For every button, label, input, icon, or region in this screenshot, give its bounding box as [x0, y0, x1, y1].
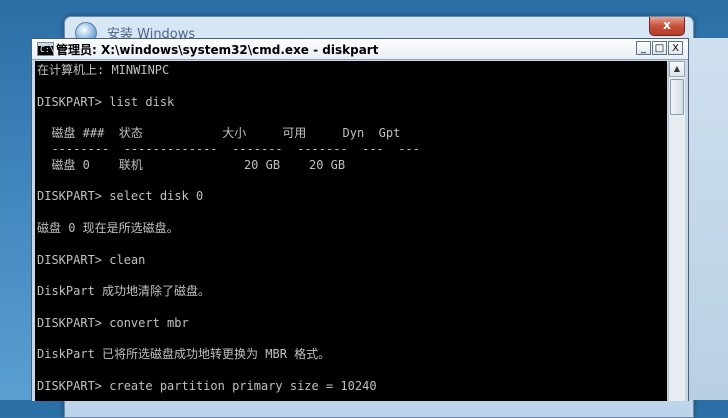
- console-line: DISKPART> select disk 0: [37, 189, 204, 204]
- scroll-thumb[interactable]: [670, 79, 684, 115]
- console-line: DISKPART> list disk: [37, 94, 175, 109]
- console-line: 磁盘 0 现在是所选磁盘。: [37, 221, 179, 235]
- minimize-button[interactable]: _: [636, 41, 651, 55]
- close-button[interactable]: X: [668, 41, 683, 55]
- console-line: DiskPart 成功地清除了磁盘。: [37, 284, 211, 299]
- console-line: DiskPart 已将所选磁盘成功地转更换为 MBR 格式。: [37, 347, 331, 362]
- scroll-up-arrow-icon[interactable]: ▲: [669, 61, 685, 77]
- setup-close-button[interactable]: x: [649, 17, 685, 36]
- console-line: DISKPART> clean: [37, 252, 146, 267]
- console-output[interactable]: 在计算机上: MINWINPC DISKPART> list disk 磁盘 #…: [35, 61, 667, 401]
- cmd-window: C:\ 管理员: X:\windows\system32\cmd.exe - d…: [31, 38, 689, 401]
- console-line: 在计算机上: MINWINPC: [37, 63, 170, 77]
- console-line: DISKPART> convert mbr: [37, 315, 189, 330]
- console-line: 磁盘 0 联机 20 GB 20 GB: [37, 157, 346, 172]
- cmd-icon: C:\: [37, 42, 54, 56]
- cmd-window-title: 管理员: X:\windows\system32\cmd.exe - diskp…: [56, 43, 379, 57]
- setup-window-edge: [688, 38, 728, 400]
- console-line: DISKPART> create partition primary size …: [37, 379, 377, 393]
- vertical-scrollbar[interactable]: ▲: [668, 61, 685, 401]
- maximize-button[interactable]: □: [652, 41, 667, 55]
- cmd-titlebar[interactable]: C:\ 管理员: X:\windows\system32\cmd.exe - d…: [32, 39, 688, 60]
